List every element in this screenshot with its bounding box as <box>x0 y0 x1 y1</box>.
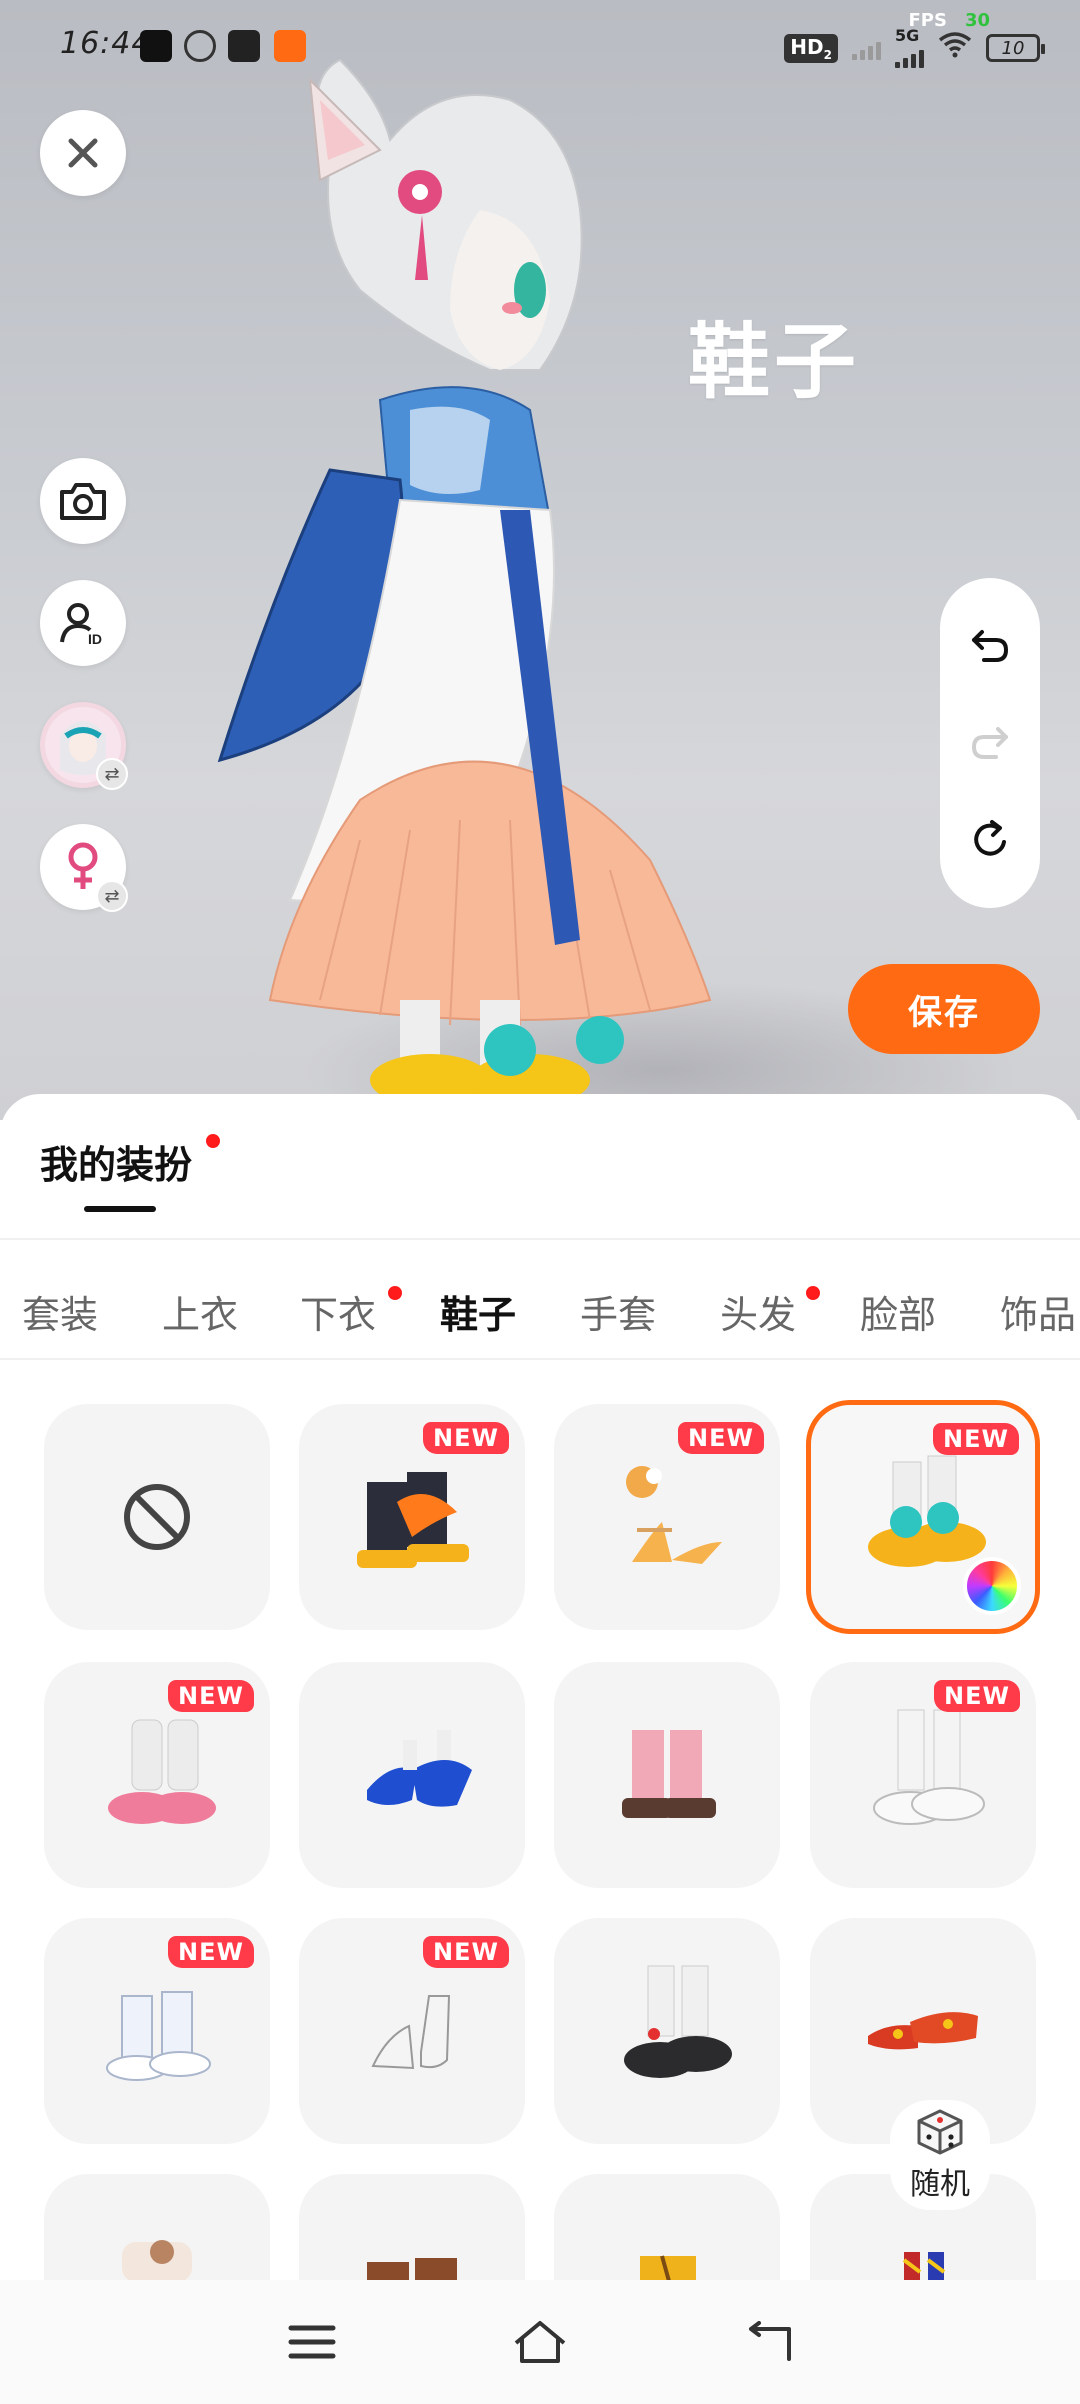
signal-icon-sim1 <box>852 36 881 60</box>
item-tile[interactable]: NEW <box>810 1662 1036 1888</box>
redo-icon[interactable] <box>968 721 1012 765</box>
new-badge: NEW <box>678 1422 764 1454</box>
tab-category-bottoms[interactable]: 下衣 <box>300 1284 376 1339</box>
female-icon <box>68 842 98 889</box>
history-controls <box>940 578 1040 908</box>
tab-my-outfits[interactable]: 我的装扮 <box>40 1134 192 1189</box>
camera-icon <box>60 483 106 520</box>
reset-icon[interactable] <box>968 818 1012 862</box>
new-badge: NEW <box>423 1422 509 1454</box>
notification-dot <box>206 1134 220 1148</box>
camera-button[interactable] <box>40 458 126 544</box>
tab-category-tops[interactable]: 上衣 <box>162 1284 238 1339</box>
white-boots-icon <box>106 1991 211 2081</box>
glass-heels-icon <box>371 1995 451 2070</box>
none-icon <box>124 1484 190 1550</box>
item-tile[interactable] <box>44 2174 270 2280</box>
hd-badge: HD2 <box>784 33 838 63</box>
system-nav-bar <box>0 2280 1080 2404</box>
tiktok-icon <box>140 30 172 62</box>
random-button[interactable]: 随机 <box>890 2100 990 2210</box>
random-label: 随机 <box>910 2167 970 2202</box>
battery-icon: 10 <box>986 34 1045 62</box>
status-right: HD2 5G 10 <box>784 28 1045 68</box>
wifi-icon <box>938 31 972 66</box>
color-picker-icon[interactable] <box>963 1557 1021 1615</box>
switch-character-button[interactable]: ⇄ <box>40 702 128 790</box>
item-tile-none[interactable] <box>44 1404 270 1630</box>
item-tile-selected[interactable]: NEW <box>806 1400 1040 1634</box>
close-icon <box>68 138 98 168</box>
item-tile[interactable]: NEW <box>299 1918 525 2144</box>
patterned-socks-icon <box>902 2252 946 2280</box>
swap-icon: ⇄ <box>96 758 128 790</box>
message-icon <box>228 30 260 62</box>
item-tile[interactable] <box>554 1662 780 1888</box>
item-tile[interactable]: NEW <box>44 1918 270 2144</box>
tab-category-hair[interactable]: 头发 <box>720 1284 796 1339</box>
black-shoes-icon <box>624 1965 732 2078</box>
item-tile[interactable] <box>299 1662 525 1888</box>
app-icon <box>184 30 216 62</box>
notification-dot <box>806 1286 820 1300</box>
divider <box>0 1238 1080 1240</box>
brown-boots-icon <box>367 2258 457 2280</box>
scene-title: 鞋子 <box>688 315 861 410</box>
pink-boots-icon <box>622 1730 716 1818</box>
menu-icon[interactable] <box>287 2322 337 2362</box>
tab-category-face[interactable]: 脸部 <box>860 1284 936 1339</box>
dice-icon <box>917 2109 963 2155</box>
white-sneakers-icon <box>873 1709 985 1825</box>
new-badge: NEW <box>168 1936 254 1968</box>
item-tile[interactable] <box>554 2174 780 2280</box>
gender-button[interactable]: ⇄ <box>40 824 128 912</box>
close-button[interactable] <box>40 110 126 196</box>
status-time: 16:44 <box>60 26 152 61</box>
save-button[interactable]: 保存 <box>848 964 1040 1054</box>
tab-underline <box>84 1206 156 1212</box>
new-badge: NEW <box>934 1680 1020 1712</box>
svg-text:ID: ID <box>88 631 102 647</box>
leg-warmers-icon <box>108 1719 216 1824</box>
avatar-character[interactable] <box>210 40 730 1120</box>
item-tile[interactable]: NEW <box>299 1404 525 1630</box>
sandals-icon <box>626 1466 722 1564</box>
tab-category-gloves[interactable]: 手套 <box>580 1284 656 1339</box>
fur-boots-icon <box>122 2240 192 2280</box>
swap-icon: ⇄ <box>96 880 128 912</box>
red-shoes-icon <box>868 2012 978 2050</box>
yellow-boots-icon <box>640 2255 696 2280</box>
new-badge: NEW <box>933 1423 1019 1455</box>
signal-5g: 5G <box>895 28 924 68</box>
tab-category-accessories[interactable]: 饰品 <box>1000 1284 1076 1339</box>
category-tabs: 套装 上衣 下衣 鞋子 手套 头发 脸部 饰品 <box>0 1244 1080 1364</box>
taobao-icon <box>274 30 306 62</box>
new-badge: NEW <box>168 1680 254 1712</box>
avatar-id-button[interactable]: ID <box>40 580 126 666</box>
heels-icon <box>367 1730 472 1807</box>
item-tile[interactable]: NEW <box>554 1404 780 1630</box>
item-tile[interactable]: NEW <box>44 1662 270 1888</box>
tab-category-shoes[interactable]: 鞋子 <box>440 1284 516 1339</box>
avatar-scene[interactable]: 16:44 FPS 30 HD2 5G 10 ID ⇄ ⇄ 鞋子 保存 <box>0 0 1080 1120</box>
boots-icon <box>357 1472 469 1568</box>
tab-category-suits[interactable]: 套装 <box>22 1284 98 1339</box>
undo-icon[interactable] <box>968 624 1012 668</box>
home-icon[interactable] <box>512 2319 568 2365</box>
back-icon[interactable] <box>743 2321 793 2363</box>
notification-dot <box>388 1286 402 1300</box>
signal-icon-sim2 <box>895 44 924 68</box>
item-tile[interactable] <box>299 2174 525 2280</box>
new-badge: NEW <box>423 1936 509 1968</box>
item-tile[interactable] <box>554 1918 780 2144</box>
user-id-icon: ID <box>60 603 102 647</box>
status-bar: 16:44 FPS 30 HD2 5G 10 <box>0 0 1080 96</box>
